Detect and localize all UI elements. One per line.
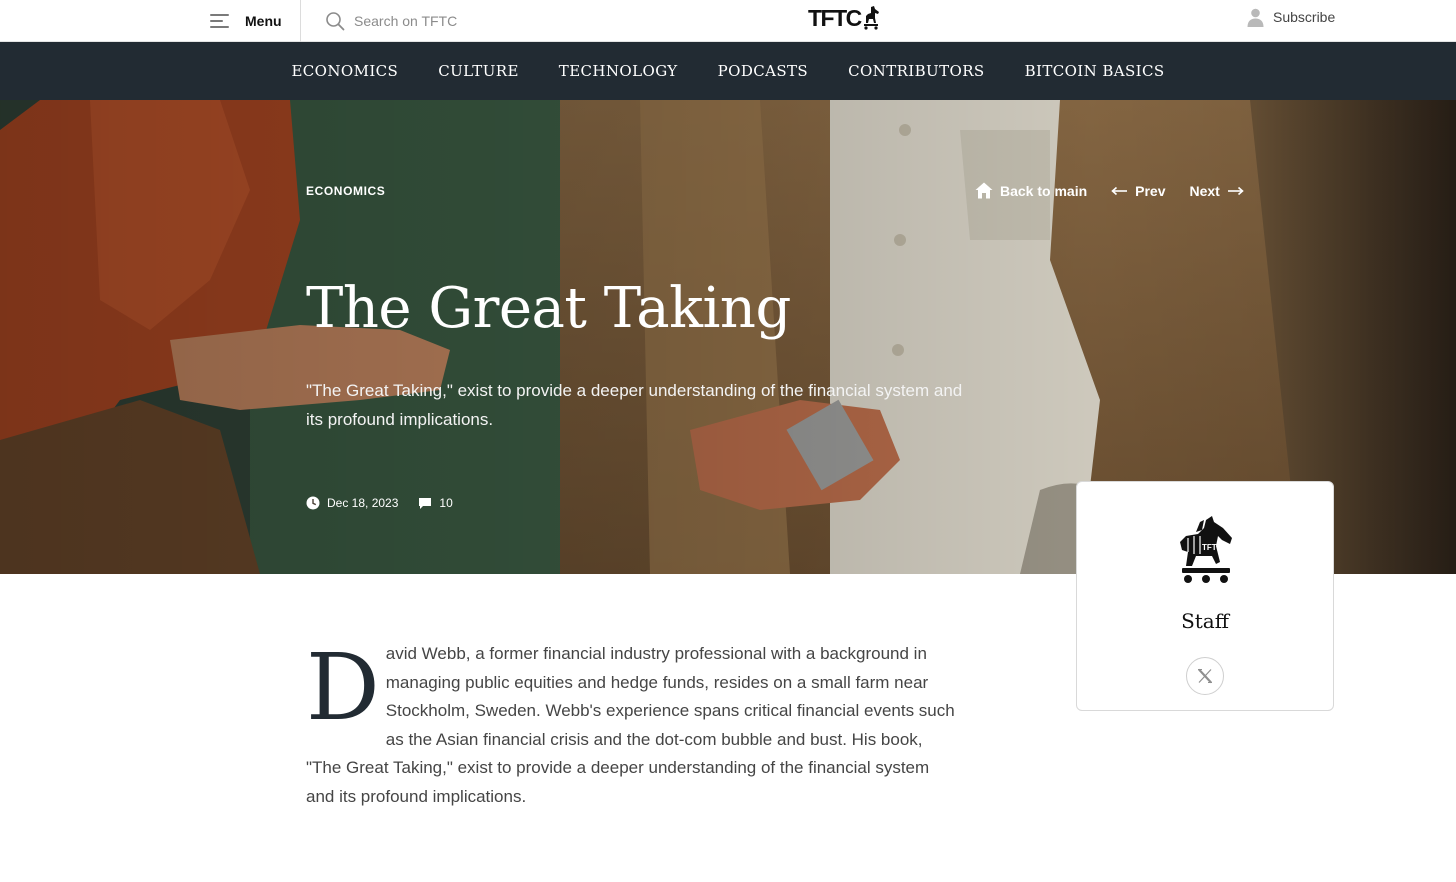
drop-cap: D: [306, 634, 380, 741]
menu-button[interactable]: Menu: [210, 8, 282, 34]
comment-count-text: 10: [439, 496, 453, 510]
nav-item-bitcoin-basics[interactable]: BITCOIN BASICS: [1025, 62, 1165, 80]
x-twitter-icon: [1198, 668, 1212, 684]
top-bar: Menu TFTC Subscribe: [0, 0, 1456, 42]
svg-text:TFTC: TFTC: [1202, 543, 1223, 552]
publish-date-text: Dec 18, 2023: [327, 496, 399, 510]
search-input[interactable]: [354, 13, 554, 29]
nav-item-podcasts[interactable]: PODCASTS: [718, 62, 808, 80]
prev-article-link[interactable]: Prev: [1111, 182, 1166, 199]
author-name[interactable]: Staff: [1077, 609, 1333, 633]
article-subtitle: "The Great Taking," exist to provide a d…: [306, 381, 963, 429]
logo-text: TFTC: [808, 4, 862, 31]
category-nav: ECONOMICS CULTURE TECHNOLOGY PODCASTS CO…: [0, 42, 1456, 100]
next-label: Next: [1189, 182, 1220, 199]
logo-horse-icon: [863, 6, 879, 30]
article-body: David Webb, a former financial industry …: [306, 640, 956, 812]
publish-date: Dec 18, 2023: [306, 496, 398, 510]
search-box[interactable]: [325, 8, 554, 34]
hamburger-icon: [210, 14, 229, 28]
comment-icon: [419, 497, 432, 509]
article-navigation: Back to main Prev Next: [975, 182, 1244, 199]
next-article-link[interactable]: Next: [1190, 183, 1244, 199]
back-to-main-label: Back to main: [1000, 182, 1088, 199]
home-icon: [975, 182, 993, 199]
topbar-divider: [300, 0, 301, 42]
prev-label: Prev: [1135, 182, 1166, 199]
comment-count[interactable]: 10: [418, 496, 453, 510]
article-paragraph-text: avid Webb, a former financial industry p…: [306, 644, 955, 806]
menu-label: Menu: [245, 13, 282, 29]
article-meta: Dec 18, 2023 10: [306, 496, 453, 510]
subscribe-label: Subscribe: [1273, 9, 1336, 25]
article-category[interactable]: ECONOMICS: [306, 184, 385, 198]
search-icon: [326, 12, 345, 31]
nav-item-culture[interactable]: CULTURE: [438, 62, 519, 80]
subscribe-button[interactable]: Subscribe: [1247, 7, 1335, 27]
article-title: The Great Taking: [306, 276, 791, 341]
arrow-right-icon: [1227, 186, 1244, 195]
user-icon: [1247, 8, 1264, 27]
author-card: TFTC Staff: [1076, 481, 1334, 711]
nav-item-technology[interactable]: TECHNOLOGY: [559, 62, 678, 80]
clock-icon: [306, 496, 320, 510]
back-to-main-link[interactable]: Back to main: [975, 182, 1087, 199]
article-paragraph: David Webb, a former financial industry …: [306, 640, 956, 812]
nav-item-economics[interactable]: ECONOMICS: [291, 62, 398, 80]
nav-item-contributors[interactable]: CONTRIBUTORS: [848, 62, 984, 80]
x-social-button[interactable]: [1186, 657, 1224, 695]
trojan-horse-logo: TFTC: [1180, 516, 1232, 583]
site-logo[interactable]: TFTC: [808, 5, 881, 31]
arrow-left-icon: [1111, 186, 1128, 195]
